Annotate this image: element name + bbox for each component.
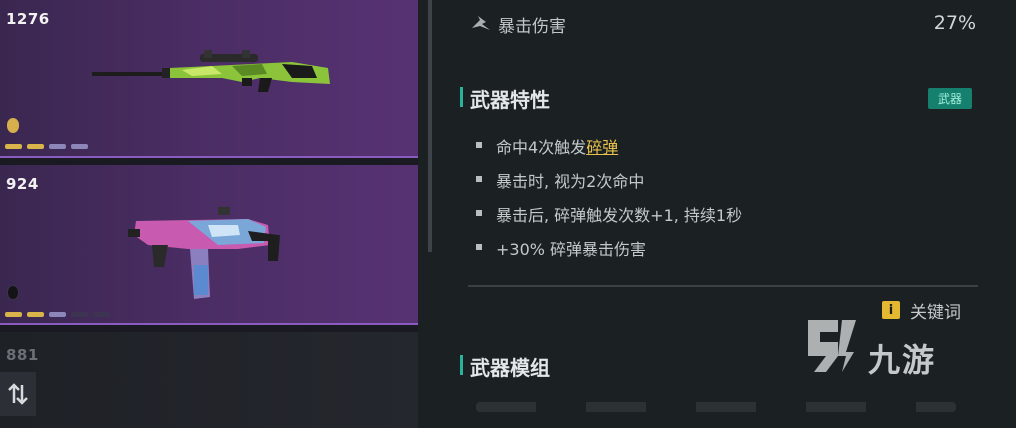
mod-slot-dot bbox=[71, 312, 88, 317]
crit-damage-icon bbox=[472, 16, 490, 30]
mod-slot-dot bbox=[27, 144, 44, 149]
mod-slot-dot bbox=[5, 312, 22, 317]
mod-slot-dot bbox=[49, 144, 66, 149]
rarity-gem-icon bbox=[7, 285, 19, 300]
mod-list-placeholder bbox=[476, 402, 956, 412]
weapon-score: 924 bbox=[6, 175, 39, 193]
mod-slot-dot bbox=[49, 312, 66, 317]
sort-icon bbox=[8, 383, 28, 405]
weapon-card-smg[interactable]: 924 bbox=[0, 165, 418, 325]
mod-slot-dot bbox=[5, 144, 22, 149]
mod-slot-indicators bbox=[5, 312, 110, 317]
trait-text: +30% 碎弹暴击伤害 bbox=[496, 240, 647, 259]
stat-label: 暴击伤害 bbox=[498, 17, 566, 37]
trait-item: 暴击时, 视为2次命中 bbox=[476, 168, 742, 202]
weapon-score: 1276 bbox=[6, 10, 50, 28]
mod-slot-indicators bbox=[5, 144, 88, 149]
trait-item: 命中4次触发碎弹 bbox=[476, 134, 742, 168]
weapon-card-sniper[interactable]: 1276 bbox=[0, 0, 418, 158]
rarity-gem-icon bbox=[7, 118, 19, 133]
weapon-list-panel: 1276 924 881 bbox=[0, 0, 418, 428]
weapon-traits-title: 武器特性 bbox=[460, 84, 550, 113]
stat-value: 27% bbox=[933, 12, 976, 34]
scrollbar[interactable] bbox=[428, 0, 432, 252]
weapon-badge: 武器 bbox=[928, 88, 972, 109]
mod-slot-dot bbox=[71, 144, 88, 149]
weapon-score: 881 bbox=[6, 346, 39, 364]
trait-item: +30% 碎弹暴击伤害 bbox=[476, 236, 742, 270]
divider bbox=[468, 285, 978, 287]
stat-row-crit-damage: 暴击伤害 27% bbox=[470, 10, 980, 38]
trait-text: 暴击后, 碎弹触发次数+1, 持续1秒 bbox=[496, 206, 743, 225]
mod-slot-dot bbox=[27, 312, 44, 317]
trait-list: 命中4次触发碎弹 暴击时, 视为2次命中 暴击后, 碎弹触发次数+1, 持续1秒… bbox=[476, 134, 742, 270]
trait-text: 命中4次触发 bbox=[496, 138, 587, 157]
weapon-card-partial[interactable]: 881 bbox=[0, 332, 418, 428]
trait-keyword-link[interactable]: 碎弹 bbox=[586, 138, 618, 157]
sort-button[interactable] bbox=[0, 372, 36, 416]
sniper-rifle-icon bbox=[92, 50, 330, 92]
smg-icon bbox=[128, 207, 280, 299]
trait-item: 暴击后, 碎弹触发次数+1, 持续1秒 bbox=[476, 202, 742, 236]
mod-slot-dot bbox=[93, 312, 110, 317]
watermark-text: 九游 bbox=[868, 341, 937, 379]
weapon-mods-title: 武器模组 bbox=[460, 352, 550, 381]
trait-text: 暴击时, 视为2次命中 bbox=[496, 172, 645, 191]
